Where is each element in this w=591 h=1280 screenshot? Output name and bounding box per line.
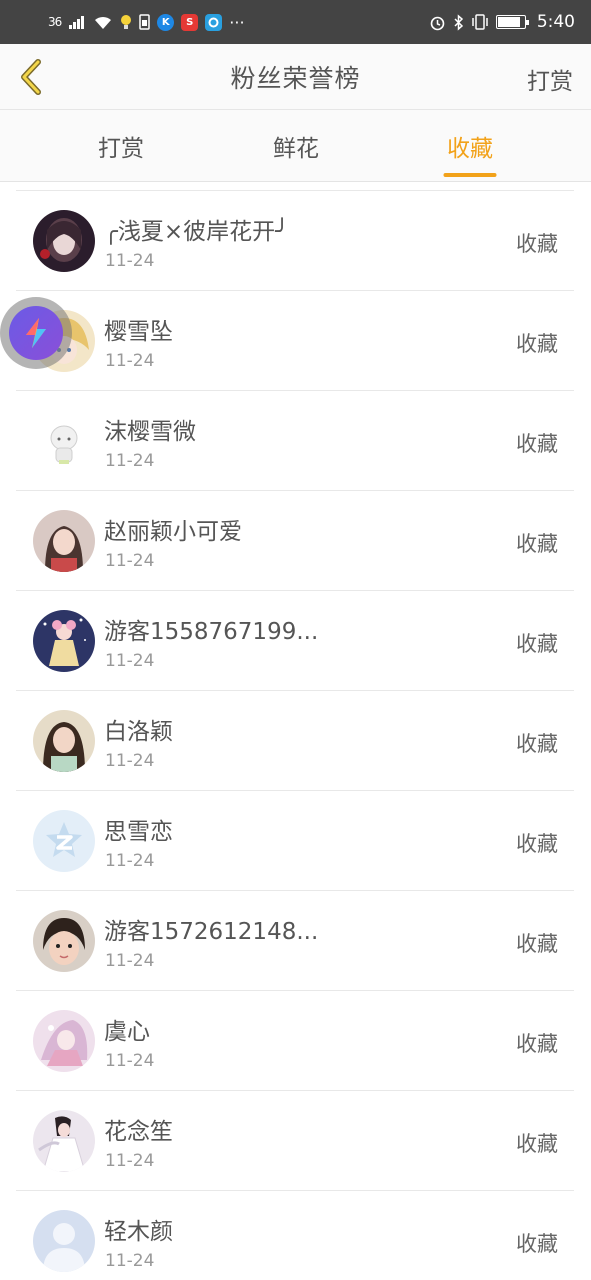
avatar bbox=[33, 1110, 95, 1172]
user-name: ╭浅夏×彼岸花开╯ bbox=[104, 219, 289, 245]
avatar bbox=[33, 1210, 95, 1272]
action-label: 收藏 bbox=[516, 232, 558, 256]
tab-label: 鲜花 bbox=[273, 136, 319, 162]
user-name: 虞心 bbox=[104, 1019, 150, 1045]
list-item[interactable]: 思雪恋 11-24 收藏 bbox=[16, 791, 574, 891]
avatar bbox=[33, 1010, 95, 1072]
date: 11-24 bbox=[105, 1151, 155, 1171]
date: 11-24 bbox=[105, 451, 155, 471]
kugou-app-icon: K bbox=[157, 13, 175, 31]
avatar bbox=[33, 710, 95, 772]
list-item[interactable]: ╭浅夏×彼岸花开╯ 11-24 收藏 bbox=[16, 191, 574, 291]
active-tab-indicator bbox=[443, 173, 497, 177]
fan-list: ╭浅夏×彼岸花开╯ 11-24 收藏 樱雪坠 11-24 收藏 沫樱雪微 11-… bbox=[16, 190, 574, 1280]
action-label: 收藏 bbox=[516, 532, 558, 556]
floating-assist-button[interactable] bbox=[0, 297, 72, 369]
user-name: 游客1558767199... bbox=[104, 619, 319, 645]
action-label: 收藏 bbox=[516, 1032, 558, 1056]
alarm-icon bbox=[430, 16, 445, 30]
more-notifications-icon: ··· bbox=[229, 12, 245, 32]
bluetooth-icon bbox=[454, 13, 463, 31]
tab-flowers[interactable]: 鲜花 bbox=[231, 110, 361, 182]
user-name: 白洛颖 bbox=[104, 719, 173, 745]
list-item[interactable]: 游客1572612148... 11-24 收藏 bbox=[16, 891, 574, 991]
user-name: 思雪恋 bbox=[104, 819, 173, 845]
sim-icon bbox=[139, 14, 151, 30]
user-name: 樱雪坠 bbox=[104, 319, 173, 345]
action-label: 收藏 bbox=[516, 632, 558, 656]
date: 11-24 bbox=[105, 251, 155, 271]
date: 11-24 bbox=[105, 651, 155, 671]
tab-favorites[interactable]: 收藏 bbox=[405, 110, 535, 182]
date: 11-24 bbox=[105, 751, 155, 771]
user-name: 沫樱雪微 bbox=[104, 419, 196, 445]
date: 11-24 bbox=[105, 351, 155, 371]
action-label: 收藏 bbox=[516, 732, 558, 756]
date: 11-24 bbox=[105, 951, 155, 971]
status-bar-right: 5:40 bbox=[429, 12, 575, 32]
date: 11-24 bbox=[105, 1251, 155, 1271]
list-item[interactable]: 虞心 11-24 收藏 bbox=[16, 991, 574, 1091]
chevron-left-icon bbox=[21, 59, 41, 95]
tip-button[interactable]: 打赏 bbox=[527, 62, 573, 96]
status-bar: 36 K S ··· 5:40 bbox=[0, 0, 591, 44]
signal-icon bbox=[69, 16, 85, 29]
user-name: 游客1572612148... bbox=[104, 919, 319, 945]
action-label: 收藏 bbox=[516, 432, 558, 456]
vibrate-icon bbox=[472, 14, 488, 30]
avatar bbox=[33, 210, 95, 272]
action-label: 收藏 bbox=[516, 1132, 558, 1156]
action-label: 收藏 bbox=[516, 332, 558, 356]
float-ball-core bbox=[9, 306, 63, 360]
clock: 5:40 bbox=[536, 12, 575, 32]
list-item[interactable]: 轻木颜 11-24 收藏 bbox=[16, 1191, 574, 1280]
date: 11-24 bbox=[105, 851, 155, 871]
list-item[interactable]: 花念笙 11-24 收藏 bbox=[16, 1091, 574, 1191]
avatar bbox=[33, 610, 95, 672]
status-bar-left: 36 K S ··· bbox=[48, 13, 245, 32]
action-label: 收藏 bbox=[516, 932, 558, 956]
back-button[interactable] bbox=[14, 56, 48, 98]
user-name: 轻木颜 bbox=[104, 1219, 173, 1245]
lightning-bolt-icon bbox=[26, 318, 46, 348]
signal-strength-label: 36 bbox=[48, 15, 62, 29]
list-item[interactable]: 赵丽颖小可爱 11-24 收藏 bbox=[16, 491, 574, 591]
tab-label: 打赏 bbox=[98, 136, 144, 162]
date: 11-24 bbox=[105, 551, 155, 571]
list-item[interactable]: 樱雪坠 11-24 收藏 bbox=[16, 291, 574, 391]
tab-label: 收藏 bbox=[447, 136, 493, 162]
list-item[interactable]: 白洛颖 11-24 收藏 bbox=[16, 691, 574, 791]
action-label: 收藏 bbox=[516, 832, 558, 856]
list-item[interactable]: 游客1558767199... 11-24 收藏 bbox=[16, 591, 574, 691]
avatar bbox=[33, 810, 95, 872]
battery-icon bbox=[495, 15, 529, 29]
avatar bbox=[33, 910, 95, 972]
tab-tip[interactable]: 打赏 bbox=[56, 110, 186, 182]
tab-bar: 打赏 鲜花 收藏 bbox=[0, 110, 591, 182]
user-name: 花念笙 bbox=[104, 1119, 173, 1145]
page-title: 粉丝荣誉榜 bbox=[230, 63, 361, 93]
avatar bbox=[33, 410, 95, 472]
app-header: 粉丝荣誉榜 打赏 bbox=[0, 44, 591, 110]
list-item[interactable]: 沫樱雪微 11-24 收藏 bbox=[16, 391, 574, 491]
shopping-app-icon: S bbox=[181, 13, 199, 31]
avatar bbox=[33, 510, 95, 572]
lightbulb-icon bbox=[121, 15, 132, 29]
date: 11-24 bbox=[105, 1051, 155, 1071]
action-label: 收藏 bbox=[516, 1232, 558, 1256]
browser-app-icon bbox=[205, 13, 223, 31]
user-name: 赵丽颖小可爱 bbox=[104, 519, 242, 545]
wifi-icon bbox=[95, 16, 112, 29]
